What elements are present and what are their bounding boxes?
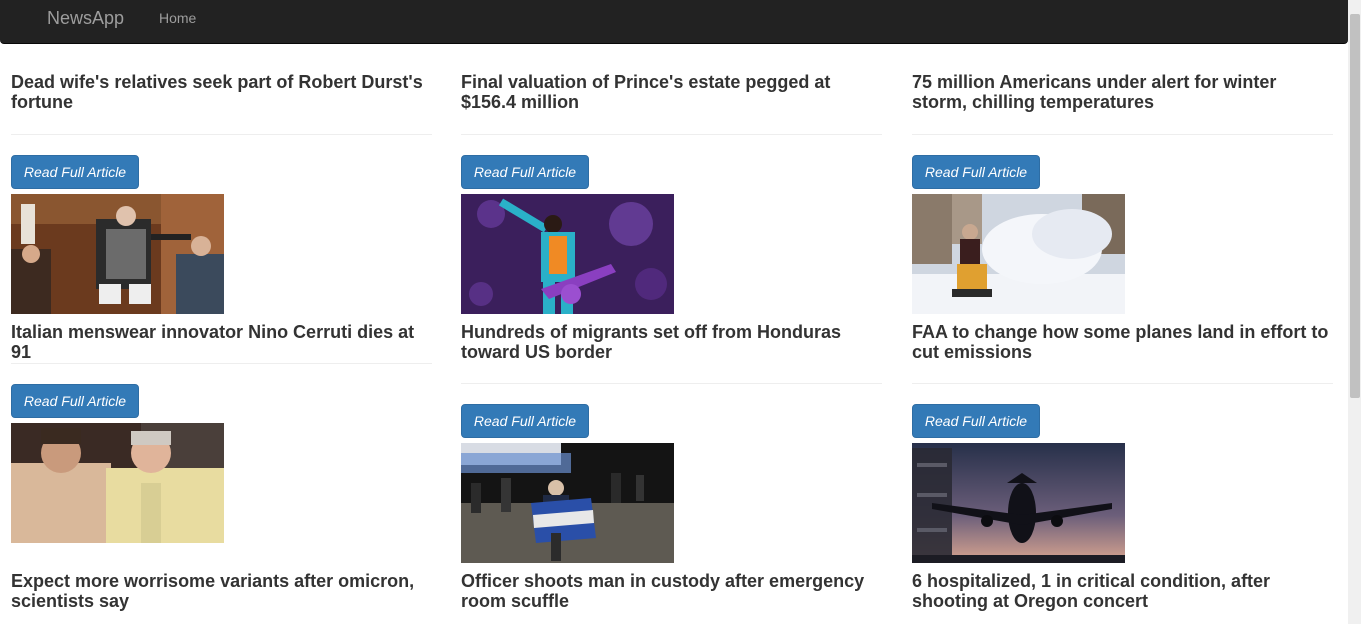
- read-full-article-button[interactable]: Read Full Article: [11, 384, 139, 418]
- article-title[interactable]: 75 million Americans under alert for win…: [912, 72, 1333, 112]
- divider: [461, 383, 882, 384]
- article-title[interactable]: Expect more worrisome variants after omi…: [11, 571, 432, 611]
- brand-link[interactable]: NewsApp: [47, 7, 124, 29]
- article-title[interactable]: Officer shoots man in custody after emer…: [461, 571, 882, 611]
- article-title[interactable]: Hundreds of migrants set off from Hondur…: [461, 322, 882, 362]
- article-title[interactable]: Dead wife's relatives seek part of Rober…: [11, 72, 432, 112]
- read-full-article-button[interactable]: Read Full Article: [461, 404, 589, 438]
- divider: [912, 383, 1333, 384]
- read-full-article-button[interactable]: Read Full Article: [912, 155, 1040, 189]
- article-title[interactable]: FAA to change how some planes land in ef…: [912, 322, 1333, 362]
- two-men-photo: [11, 423, 224, 543]
- read-full-article-button[interactable]: Read Full Article: [461, 155, 589, 189]
- courtroom-photo: [11, 194, 224, 314]
- scrollbar-thumb[interactable]: [1350, 14, 1360, 398]
- read-full-article-button[interactable]: Read Full Article: [912, 404, 1040, 438]
- concert-guitarist-photo: [461, 194, 674, 314]
- article-title[interactable]: Final valuation of Prince's estate pegge…: [461, 72, 882, 112]
- navbar: NewsApp Home: [0, 0, 1348, 44]
- divider: [461, 134, 882, 135]
- article-title[interactable]: Italian menswear innovator Nino Cerruti …: [11, 322, 432, 362]
- divider: [912, 134, 1333, 135]
- divider: [11, 363, 432, 364]
- read-full-article-button[interactable]: Read Full Article: [11, 155, 139, 189]
- snowblower-photo: [912, 194, 1125, 314]
- migrants-night-photo: [461, 443, 674, 563]
- article-title[interactable]: 6 hospitalized, 1 in critical condition,…: [912, 571, 1333, 611]
- airplane-landing-photo: [912, 443, 1125, 563]
- divider: [11, 134, 432, 135]
- nav-home-link[interactable]: Home: [159, 10, 196, 26]
